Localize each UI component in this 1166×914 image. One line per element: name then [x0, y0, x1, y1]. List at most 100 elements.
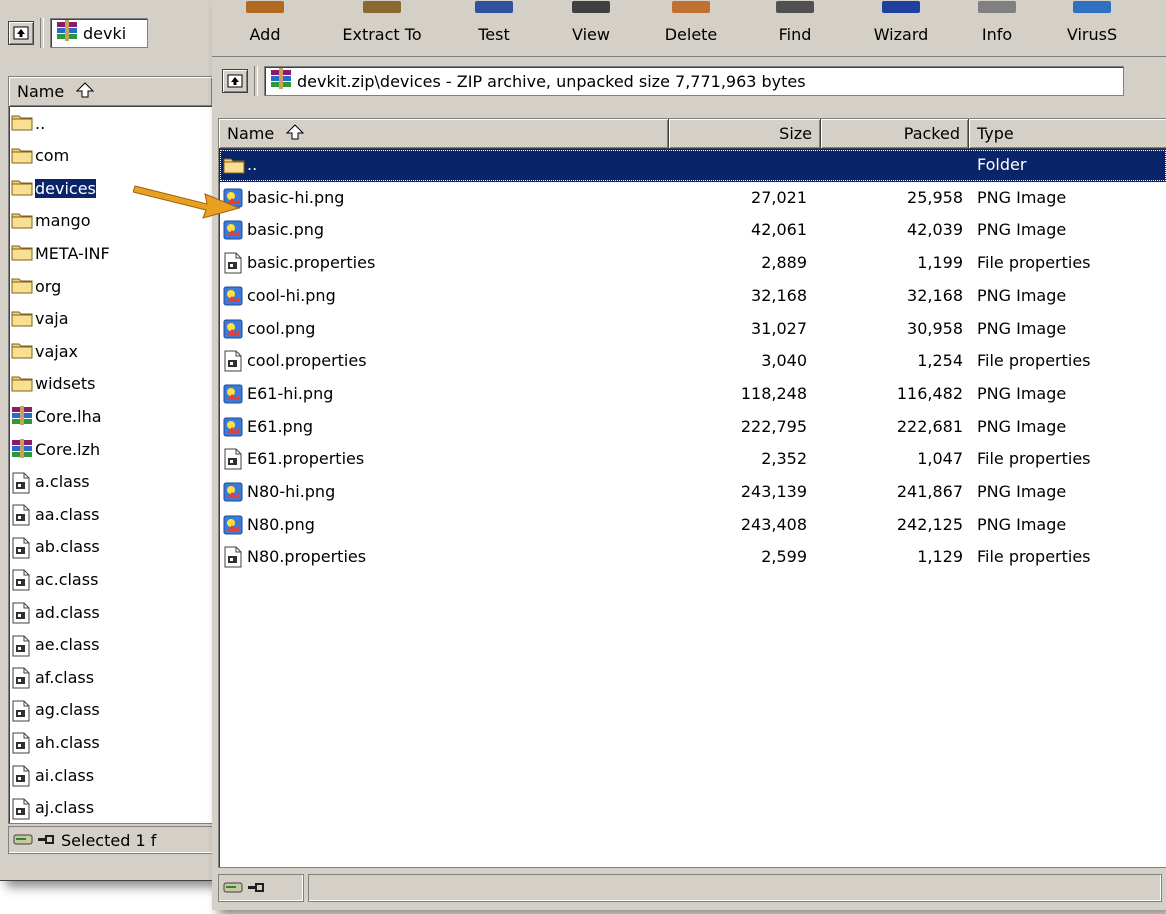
list-item[interactable]: ag.class: [9, 694, 213, 726]
toolbar-button-info[interactable]: Info: [956, 0, 1038, 56]
folder-icon: [11, 276, 33, 296]
file-size: 31,027: [751, 318, 807, 338]
toolbar-button-viruss[interactable]: VirusS: [1038, 0, 1146, 56]
list-item[interactable]: Core.lzh: [9, 433, 213, 465]
list-item-label: devices: [35, 178, 96, 198]
list-item-label: widsets: [35, 374, 96, 394]
toolbar-button-wizard[interactable]: Wizard: [846, 0, 956, 56]
file-size: 32,168: [751, 285, 807, 305]
list-item[interactable]: Core.lha: [9, 400, 213, 432]
list-item[interactable]: a.class: [9, 466, 213, 498]
file-type: PNG Image: [977, 318, 1067, 338]
list-item-label: ai.class: [35, 765, 95, 785]
address-separator: [254, 66, 258, 96]
toolbar-button-add[interactable]: Add: [210, 0, 320, 56]
list-item[interactable]: ai.class: [9, 759, 213, 791]
table-row[interactable]: E61.properties 2,352 1,047 File properties: [219, 443, 1166, 476]
front-file-list[interactable]: Name Size Packed Type .. Folder basic-hi.p…: [218, 118, 1166, 868]
table-row[interactable]: E61-hi.png 118,248 116,482 PNG Image: [219, 378, 1166, 411]
list-item[interactable]: ac.class: [9, 563, 213, 595]
list-item[interactable]: org: [9, 270, 213, 302]
list-item[interactable]: widsets: [9, 368, 213, 400]
front-status-icons: [218, 874, 304, 902]
key-icon: [247, 879, 265, 898]
file-size: [669, 149, 807, 181]
file-size: 222,795: [740, 416, 807, 436]
file-name: basic.png: [247, 220, 325, 240]
class-file-icon: [11, 765, 33, 787]
folder-icon: [223, 149, 245, 181]
table-row[interactable]: N80.properties 2,599 1,129 File properties: [219, 541, 1166, 574]
table-row[interactable]: basic.properties 2,889 1,199 File propertie…: [219, 247, 1166, 280]
png-icon: [223, 476, 245, 508]
test-icon: [471, 0, 517, 18]
list-item[interactable]: aa.class: [9, 498, 213, 530]
png-icon: [223, 411, 245, 443]
drive-icon: [223, 879, 243, 898]
properties-icon: [223, 247, 245, 279]
folder-icon: [11, 243, 33, 263]
front-up-button[interactable]: [222, 69, 248, 93]
list-item[interactable]: vajax: [9, 335, 213, 367]
name-column-header[interactable]: Name: [219, 119, 669, 149]
list-item[interactable]: ..: [9, 107, 213, 139]
archive-icon: [11, 439, 33, 459]
file-type: PNG Image: [977, 482, 1067, 501]
file-type: PNG Image: [977, 187, 1067, 207]
list-item[interactable]: af.class: [9, 661, 213, 693]
list-item-label: a.class: [35, 472, 90, 492]
view-icon: [568, 0, 614, 18]
back-address-field[interactable]: devki: [50, 18, 148, 48]
file-packed-size: 30,958: [907, 318, 963, 338]
size-column-header[interactable]: Size: [669, 119, 821, 149]
list-item[interactable]: ah.class: [9, 726, 213, 758]
list-item-label: ac.class: [35, 569, 99, 589]
back-address-bar: devki: [8, 18, 148, 48]
list-item[interactable]: aj.class: [9, 792, 213, 823]
type-column-header[interactable]: Type: [969, 119, 1166, 149]
list-item-label: ae.class: [35, 635, 100, 655]
list-item[interactable]: META-INF: [9, 237, 213, 269]
toolbar-button-label: Info: [981, 25, 1013, 44]
toolbar-button-view[interactable]: View: [544, 0, 638, 56]
back-name-column-header[interactable]: Name: [9, 77, 213, 107]
archive-icon: [11, 406, 33, 426]
front-address-field[interactable]: devkit.zip\devices - ZIP archive, unpack…: [264, 66, 1124, 96]
back-status-text: Selected 1 f: [61, 830, 157, 850]
class-file-icon: [11, 667, 33, 689]
file-name: E61.properties: [247, 449, 365, 469]
table-row[interactable]: cool-hi.png 32,168 32,168 PNG Image: [219, 280, 1166, 313]
class-file-icon: [11, 798, 33, 820]
toolbar-button-find[interactable]: Find: [744, 0, 846, 56]
list-item[interactable]: ad.class: [9, 596, 213, 628]
front-status-text-box: [308, 874, 1162, 902]
class-file-icon: [11, 602, 33, 624]
table-row[interactable]: N80-hi.png 243,139 241,867 PNG Image: [219, 476, 1166, 509]
class-file-icon: [11, 700, 33, 722]
file-name: basic.properties: [247, 253, 376, 273]
class-file-icon: [11, 732, 33, 754]
file-name: ..: [247, 155, 258, 174]
table-row[interactable]: E61.png 222,795 222,681 PNG Image: [219, 411, 1166, 444]
table-row[interactable]: cool.png 31,027 30,958 PNG Image: [219, 313, 1166, 346]
toolbar-button-extract-to[interactable]: Extract To: [320, 0, 444, 56]
file-name: N80-hi.png: [247, 482, 336, 501]
file-packed-size: 1,199: [917, 253, 963, 273]
list-item-label: Core.lha: [35, 406, 102, 426]
list-item[interactable]: ae.class: [9, 629, 213, 661]
file-packed-size: 42,039: [907, 220, 963, 240]
back-up-button[interactable]: [8, 21, 34, 45]
file-type: Folder: [977, 155, 1027, 174]
toolbar-button-delete[interactable]: Delete: [638, 0, 744, 56]
list-item[interactable]: ab.class: [9, 531, 213, 563]
list-item[interactable]: com: [9, 140, 213, 172]
toolbar-button-test[interactable]: Test: [444, 0, 544, 56]
list-item[interactable]: vaja: [9, 303, 213, 335]
list-item-label: mango: [35, 211, 91, 231]
table-row[interactable]: cool.properties 3,040 1,254 File properties: [219, 345, 1166, 378]
table-row[interactable]: basic-hi.png 27,021 25,958 PNG Image: [219, 182, 1166, 215]
table-row[interactable]: .. Folder: [219, 149, 1166, 182]
table-row[interactable]: basic.png 42,061 42,039 PNG Image: [219, 214, 1166, 247]
packed-column-header[interactable]: Packed: [821, 119, 969, 149]
table-row[interactable]: N80.png 243,408 242,125 PNG Image: [219, 509, 1166, 542]
